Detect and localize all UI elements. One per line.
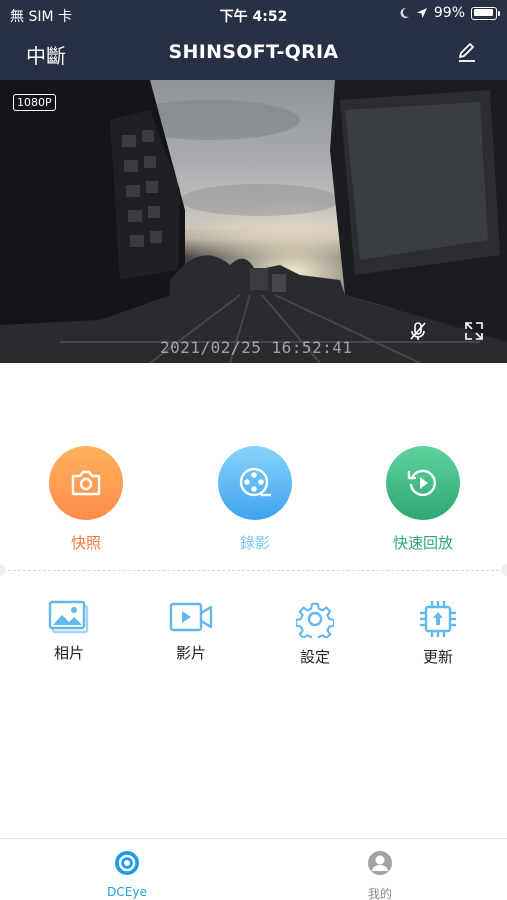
photos-icon xyxy=(48,600,89,634)
update-button[interactable]: 更新 xyxy=(393,600,483,667)
resolution-badge[interactable]: 1080P xyxy=(13,94,56,111)
settings-button[interactable]: 設定 xyxy=(270,600,360,667)
live-video-view[interactable]: 1080P 2021/02/25 16:52:41 xyxy=(0,80,507,363)
moon-icon xyxy=(400,7,409,18)
chip-update-icon xyxy=(420,601,456,637)
gear-icon xyxy=(296,602,334,638)
status-bar: 無 SIM 卡 下午 4:52 99% xyxy=(0,0,507,28)
film-reel-icon xyxy=(239,467,271,497)
nav-bar: 中斷 SHINSOFT-QRIA xyxy=(0,30,507,78)
quick-playback-button[interactable]: 快速回放 xyxy=(363,446,483,553)
update-label: 更新 xyxy=(422,648,453,666)
status-right: 99% xyxy=(398,5,500,21)
settings-label: 設定 xyxy=(299,648,330,666)
videos-button[interactable]: 影片 xyxy=(146,600,236,663)
action-row: 快照 錄影 快速回放 xyxy=(0,446,507,556)
record-button[interactable]: 錄影 xyxy=(195,446,315,553)
battery-percent: 99% xyxy=(433,5,465,21)
video-icon xyxy=(169,602,213,632)
photos-button[interactable]: 相片 xyxy=(24,600,114,663)
tab-dceye-label: DCEye xyxy=(107,885,147,899)
mic-off-icon[interactable] xyxy=(407,320,429,342)
battery-icon xyxy=(471,6,500,20)
bottom-tab-bar: DCEye 我的 xyxy=(0,838,507,900)
record-circle[interactable] xyxy=(218,446,292,520)
quick-playback-circle[interactable] xyxy=(386,446,460,520)
snapshot-label: 快照 xyxy=(70,534,101,552)
divider-dot-right xyxy=(501,564,507,576)
snapshot-circle[interactable] xyxy=(49,446,123,520)
record-label: 錄影 xyxy=(239,534,270,552)
video-scene xyxy=(0,80,507,363)
videos-label: 影片 xyxy=(175,644,206,662)
tab-profile[interactable]: 我的 xyxy=(320,849,440,900)
video-timestamp: 2021/02/25 16:52:41 xyxy=(160,338,353,357)
location-arrow-icon xyxy=(416,8,427,18)
tab-dceye[interactable]: DCEye xyxy=(67,849,187,899)
feature-grid: 相片 影片 設定 更新 xyxy=(0,600,507,680)
pencil-icon[interactable] xyxy=(455,40,479,64)
quick-playback-label: 快速回放 xyxy=(392,534,453,552)
dceye-icon xyxy=(115,851,139,875)
fullscreen-icon[interactable] xyxy=(464,321,484,341)
photos-label: 相片 xyxy=(53,644,84,662)
profile-icon xyxy=(368,851,392,875)
camera-icon xyxy=(71,470,101,496)
dashed-divider xyxy=(8,570,499,571)
snapshot-button[interactable]: 快照 xyxy=(26,446,146,553)
top-header: 無 SIM 卡 下午 4:52 99% 中斷 SHINSOFT-QRIA xyxy=(0,0,507,80)
page-title: SHINSOFT-QRIA xyxy=(168,41,339,63)
tab-profile-label: 我的 xyxy=(367,887,392,900)
replay-icon xyxy=(407,469,436,497)
divider-dot-left xyxy=(0,564,6,576)
